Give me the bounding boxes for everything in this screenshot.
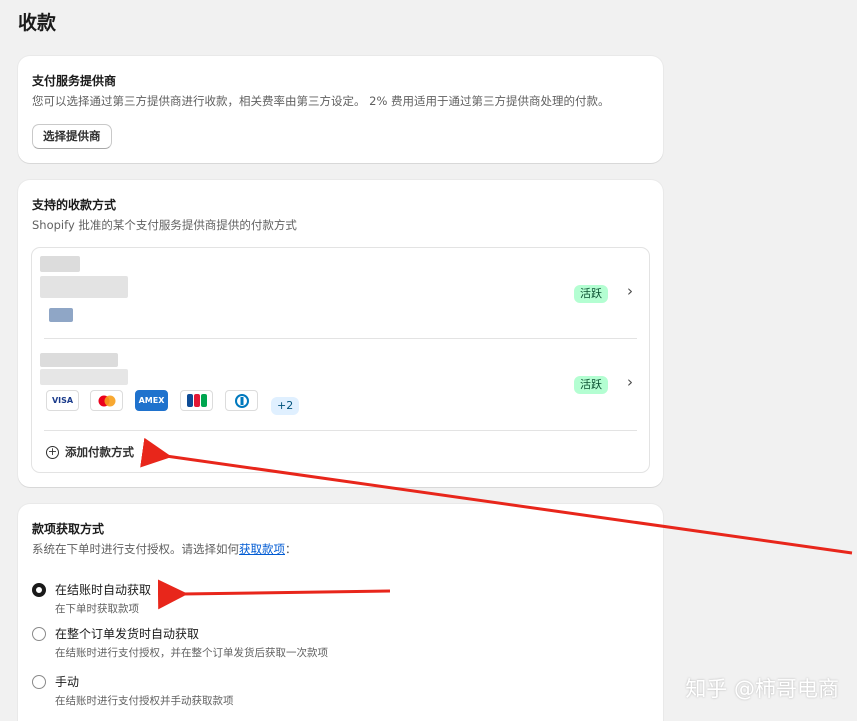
capture-card-description: 系统在下单时进行支付授权。请选择如何获取款项：: [32, 541, 297, 557]
payment-capture-card: 款项获取方式 系统在下单时进行支付授权。请选择如何获取款项： 在结账时自动获取 …: [18, 504, 663, 721]
capture-description-text: 系统在下单时进行支付授权。请选择如何: [32, 542, 239, 556]
blurred-provider-logo: [40, 256, 80, 272]
chevron-right-icon[interactable]: ›: [627, 282, 633, 300]
radio-unselected[interactable]: [32, 675, 46, 689]
option-help-text: 在结账时进行支付授权并手动获取款项: [55, 695, 234, 707]
option-label: 在整个订单发货时自动获取: [55, 627, 200, 641]
more-methods-badge[interactable]: +2: [271, 397, 300, 415]
capture-funds-link[interactable]: 获取款项: [239, 542, 285, 556]
option-help-text: 在下单时获取款项: [55, 603, 139, 615]
mastercard-icon: [90, 390, 123, 411]
radio-selected[interactable]: [32, 583, 46, 597]
status-badge: 活跃: [574, 285, 608, 303]
row-divider: [44, 430, 637, 431]
payment-method-row[interactable]: 活跃 ›: [32, 248, 649, 338]
capture-description-suffix: ：: [285, 542, 297, 556]
provider-card-title: 支付服务提供商: [32, 74, 117, 88]
visa-icon: VISA: [46, 390, 79, 411]
plus-circle-icon: +: [46, 444, 59, 459]
option-help-text: 在结账时进行支付授权，并在整个订单发货后获取一次款项: [55, 647, 328, 659]
methods-card-description: Shopify 批准的某个支付服务提供商提供的付款方式: [32, 218, 297, 232]
blurred-provider-icon: [49, 308, 73, 322]
choose-provider-button[interactable]: 选择提供商: [32, 124, 112, 149]
status-badge: 活跃: [574, 376, 608, 394]
jcb-icon: [180, 390, 213, 411]
option-label: 在结账时自动获取: [55, 583, 152, 597]
blurred-provider-name: [40, 276, 128, 298]
watermark-text: 知乎 @柿哥电商: [685, 677, 839, 701]
payment-methods-list: 活跃 › 活跃 › VISA AMEX +2 + 添加付款方式: [31, 247, 650, 473]
provider-card-description: 您可以选择通过第三方提供商进行收款，相关费率由第三方设定。 2% 费用适用于通过…: [32, 94, 610, 108]
chevron-right-icon[interactable]: ›: [627, 373, 633, 391]
payment-methods-card: 支持的收款方式 Shopify 批准的某个支付服务提供商提供的付款方式 活跃 ›…: [18, 180, 663, 487]
payment-method-row[interactable]: 活跃 ›: [32, 339, 649, 430]
add-payment-method-button[interactable]: + 添加付款方式: [46, 444, 134, 460]
blurred-provider-subtitle: [40, 369, 128, 385]
amex-icon: AMEX: [135, 390, 168, 411]
diners-club-icon: [225, 390, 258, 411]
methods-card-title: 支持的收款方式: [32, 198, 117, 212]
blurred-provider-name: [40, 353, 118, 367]
radio-unselected[interactable]: [32, 627, 46, 641]
add-payment-method-label: 添加付款方式: [65, 445, 134, 459]
option-label: 手动: [55, 675, 80, 689]
payment-provider-card: 支付服务提供商 您可以选择通过第三方提供商进行收款，相关费率由第三方设定。 2%…: [18, 56, 663, 163]
capture-card-title: 款项获取方式: [32, 522, 105, 536]
page-title: 收款: [18, 12, 57, 34]
